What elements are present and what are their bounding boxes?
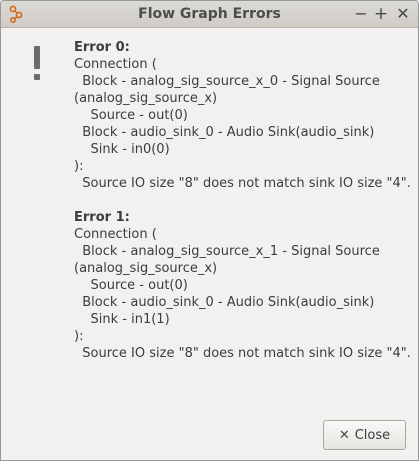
error-line: Source - out(0) [74, 108, 188, 123]
warning-icon-bar [34, 46, 40, 69]
close-window-button[interactable]: ✕ [395, 4, 411, 24]
error-line: Source - out(0) [74, 278, 188, 293]
warning-icon-dot [34, 74, 40, 80]
error-line: Block - audio_sink_0 - Audio Sink(audio_… [74, 125, 375, 140]
warning-icon [31, 46, 43, 82]
error-line: Connection ( [74, 57, 157, 72]
error-dialog-window: Flow Graph Errors − + ✕ Error 0: Connect… [0, 0, 419, 461]
maximize-button[interactable]: + [373, 4, 389, 24]
error-line: Block - analog_sig_source_x_1 - Signal S… [74, 244, 380, 259]
minimize-button[interactable]: − [353, 4, 369, 24]
error-message-text: Error 0: Connection ( Block - analog_sig… [74, 39, 414, 362]
error-line: Block - audio_sink_0 - Audio Sink(audio_… [74, 295, 375, 310]
error-line: (analog_sig_source_x) [74, 261, 218, 276]
close-button-label: Close [354, 427, 391, 443]
titlebar[interactable]: Flow Graph Errors − + ✕ [1, 1, 418, 28]
error-line: Sink - in0(0) [74, 142, 170, 157]
error-line: ): [74, 159, 84, 174]
error-title: Error 0: [74, 40, 130, 55]
error-title: Error 1: [74, 210, 130, 225]
error-line: Source IO size "8" does not match sink I… [74, 176, 411, 191]
error-line: Block - analog_sig_source_x_0 - Signal S… [74, 74, 380, 89]
error-line: Sink - in1(1) [74, 312, 170, 327]
error-line: Connection ( [74, 227, 157, 242]
error-line: ): [74, 329, 84, 344]
close-button[interactable]: ✕ Close [323, 420, 406, 450]
error-line: (analog_sig_source_x) [74, 91, 218, 106]
error-line: Source IO size "8" does not match sink I… [74, 346, 411, 361]
close-icon: ✕ [338, 427, 350, 443]
